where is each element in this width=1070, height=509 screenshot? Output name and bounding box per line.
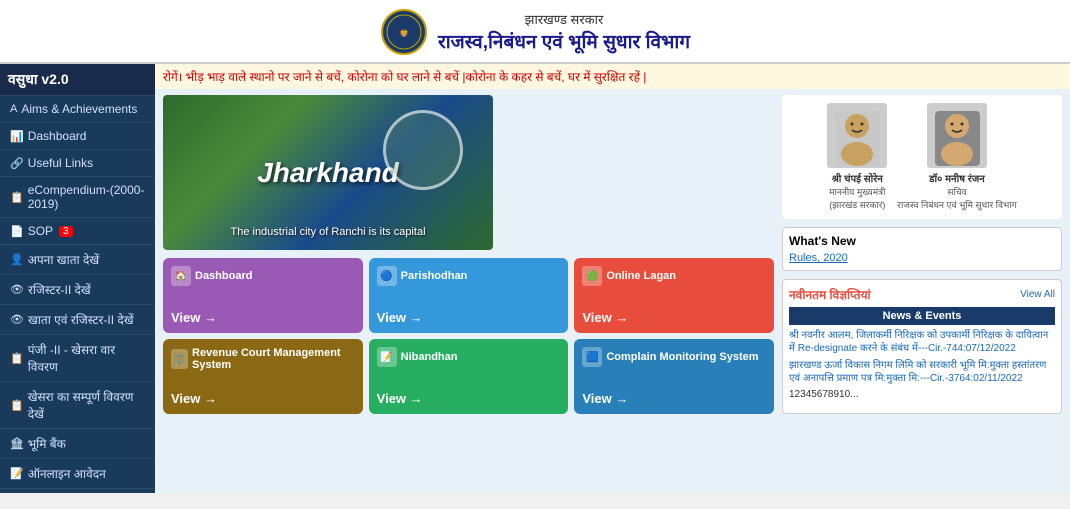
- sidebar-label-10: भूमि बैंक: [28, 435, 66, 452]
- module-icon-dashboard: 🏠: [171, 266, 191, 286]
- sidebar-label-8: पंजी -II - खेसरा वार विवरण: [28, 341, 145, 375]
- sidebar-item-9[interactable]: 📋 खेसरा का सम्पूर्ण विवरण देखें: [0, 382, 155, 429]
- dept-title: राजस्व,निबंधन एवं भूमि सुधार विभाग: [438, 28, 690, 54]
- sidebar-icon-2: 🔗: [10, 157, 24, 170]
- news-ticker: रोगें। भीड़ भाड़ वाले स्थानो पर जाने से …: [155, 64, 1070, 89]
- official-avatar-0: [827, 103, 887, 168]
- page-header: 🦁 झारखण्ड सरकार राजस्व,निबंधन एवं भूमि स…: [0, 0, 1070, 64]
- sidebar-label-2: Useful Links: [28, 156, 93, 170]
- sidebar-item-2[interactable]: 🔗 Useful Links: [0, 150, 155, 177]
- news-box: नवीनतम विज्ञप्तियां View All News & Even…: [782, 279, 1062, 414]
- module-title-dashboard: Dashboard: [195, 270, 252, 282]
- jharkhand-banner: Jharkhand The industrial city of Ranchi …: [163, 95, 493, 250]
- sidebar-item-5[interactable]: 👤 अपना खाता देखें: [0, 245, 155, 275]
- right-panel: श्री चंपई सोरेन माननीय मुख्यमंत्री (झारख…: [782, 95, 1062, 414]
- sidebar-icon-3: 📋: [10, 191, 24, 204]
- modules-grid: 🏠 Dashboard View → 🔵 Parishodhan View → …: [163, 258, 774, 414]
- module-icon-nibandhan: 📝: [377, 347, 397, 367]
- module-view-parishodhan[interactable]: View →: [377, 310, 561, 325]
- sidebar-label-3: eCompendium-(2000-2019): [28, 183, 145, 211]
- sidebar-item-6[interactable]: 👁 रजिस्टर-II देखें: [0, 275, 155, 305]
- sidebar-item-1[interactable]: 📊 Dashboard: [0, 123, 155, 150]
- sidebar-item-12[interactable]: 📊आवेदन स्थिति: [0, 489, 155, 493]
- sidebar-label-11: ऑनलाइन आवेदन: [28, 465, 106, 482]
- official-name-1: डॉ० मनीष रंजन: [897, 171, 1016, 185]
- emblem-icon: 🦁: [380, 8, 428, 56]
- sidebar-icon-11: 📝: [10, 467, 24, 480]
- news-item-0[interactable]: श्री नवनीर आलम, जिलाकर्मी निरिक्षक को उप…: [789, 329, 1055, 355]
- module-card-revenue[interactable]: ⚖️ Revenue Court Management System View …: [163, 339, 363, 414]
- module-view-complain[interactable]: View →: [582, 391, 766, 406]
- jharkhand-subtitle: The industrial city of Ranchi is its cap…: [230, 226, 425, 238]
- module-title-revenue: Revenue Court Management System: [192, 347, 355, 371]
- jharkhand-title: Jharkhand: [257, 157, 399, 189]
- module-title-nibandhan: Nibandhan: [401, 351, 458, 363]
- whats-new-item[interactable]: Rules, 2020: [789, 252, 1055, 264]
- news-section-label: नवीनतम विज्ञप्तियां: [789, 286, 871, 303]
- sidebar-icon-4: 📄: [10, 225, 24, 238]
- module-icon-parishodhan: 🔵: [377, 266, 397, 286]
- module-icon-online-lagan: 🟢: [582, 266, 602, 286]
- sidebar-icon-1: 📊: [10, 130, 24, 143]
- sidebar-item-3[interactable]: 📋 eCompendium-(2000-2019): [0, 177, 155, 218]
- sidebar-icon-7: 👁: [10, 313, 24, 326]
- whats-new-box: What's New Rules, 2020: [782, 227, 1062, 271]
- sidebar-label-6: रजिस्टर-II देखें: [28, 281, 91, 298]
- module-card-nibandhan[interactable]: 📝 Nibandhan View →: [369, 339, 569, 414]
- module-view-online-lagan[interactable]: View →: [582, 310, 766, 325]
- gov-name: झारखण्ड सरकार: [438, 10, 690, 28]
- module-card-online-lagan[interactable]: 🟢 Online Lagan View →: [574, 258, 774, 333]
- module-icon-complain: 🟦: [582, 347, 602, 367]
- sidebar-item-4[interactable]: 📄 SOP 3: [0, 218, 155, 245]
- sidebar-item-10[interactable]: 🏦 भूमि बैंक: [0, 429, 155, 459]
- svg-text:🦁: 🦁: [399, 28, 409, 38]
- sidebar-label-9: खेसरा का सम्पूर्ण विवरण देखें: [28, 388, 145, 422]
- sidebar-item-11[interactable]: 📝 ऑनलाइन आवेदन: [0, 459, 155, 489]
- official-1: डॉ० मनीष रंजन सचिव राजस्व निबंधन एवं भूम…: [897, 103, 1016, 211]
- sidebar-icon-6: 👁: [10, 283, 24, 296]
- official-avatar-1: [927, 103, 987, 168]
- sidebar-icon-5: 👤: [10, 253, 24, 266]
- module-card-parishodhan[interactable]: 🔵 Parishodhan View →: [369, 258, 569, 333]
- official-0: श्री चंपई सोरेन माननीय मुख्यमंत्री (झारख…: [827, 103, 887, 211]
- module-view-revenue[interactable]: View →: [171, 391, 355, 406]
- module-icon-revenue: ⚖️: [171, 349, 188, 369]
- module-title-complain: Complain Monitoring System: [606, 351, 758, 363]
- sidebar-label-4: SOP: [28, 224, 53, 238]
- sidebar-item-0[interactable]: A Aims & Achievements: [0, 96, 155, 123]
- news-item-1[interactable]: झारखण्ड ऊर्जा विकास निगम लिमि को सरकारी …: [789, 359, 1055, 385]
- sidebar-label-1: Dashboard: [28, 129, 87, 143]
- sidebar-icon-9: 📋: [10, 399, 24, 412]
- official-name-0: श्री चंपई सोरेन: [827, 171, 887, 185]
- sidebar-item-7[interactable]: 👁 खाता एवं रजिस्टर-II देखें: [0, 305, 155, 335]
- news-view-all[interactable]: View All: [1020, 289, 1055, 300]
- whats-new-title: What's New: [789, 234, 1055, 248]
- module-title-parishodhan: Parishodhan: [401, 270, 468, 282]
- official-title1-1: सचिव: [897, 185, 1016, 198]
- official-title2-0: (झारखंड सरकार): [827, 198, 887, 211]
- module-view-nibandhan[interactable]: View →: [377, 391, 561, 406]
- sidebar-icon-0: A: [10, 103, 17, 115]
- official-title1-0: माननीय मुख्यमंत्री: [827, 185, 887, 198]
- module-title-online-lagan: Online Lagan: [606, 270, 676, 282]
- brand-logo: वसुधा v2.0: [0, 64, 155, 96]
- main-content: रोगें। भीड़ भाड़ वाले स्थानो पर जाने से …: [155, 64, 1070, 493]
- module-card-dashboard[interactable]: 🏠 Dashboard View →: [163, 258, 363, 333]
- news-pagination[interactable]: 12345678910...: [789, 389, 1055, 400]
- sidebar-label-5: अपना खाता देखें: [28, 251, 99, 268]
- sidebar-item-8[interactable]: 📋 पंजी -II - खेसरा वार विवरण: [0, 335, 155, 382]
- sidebar-label-7: खाता एवं रजिस्टर-II देखें: [28, 311, 134, 328]
- sidebar-icon-8: 📋: [10, 352, 24, 365]
- sidebar-label-0: Aims & Achievements: [21, 102, 137, 116]
- left-panel: Jharkhand The industrial city of Ranchi …: [163, 95, 774, 414]
- sidebar-badge-4: 3: [59, 226, 73, 237]
- news-inner-label: News & Events: [789, 307, 1055, 325]
- sidebar-icon-10: 🏦: [10, 437, 24, 450]
- module-view-dashboard[interactable]: View →: [171, 310, 355, 325]
- official-title2-1: राजस्व निबंधन एवं भूमि सुधार विभाग: [897, 198, 1016, 211]
- module-card-complain[interactable]: 🟦 Complain Monitoring System View →: [574, 339, 774, 414]
- officials-box: श्री चंपई सोरेन माननीय मुख्यमंत्री (झारख…: [782, 95, 1062, 219]
- sidebar: वसुधा v2.0 A Aims & Achievements 📊 Dashboar…: [0, 64, 155, 493]
